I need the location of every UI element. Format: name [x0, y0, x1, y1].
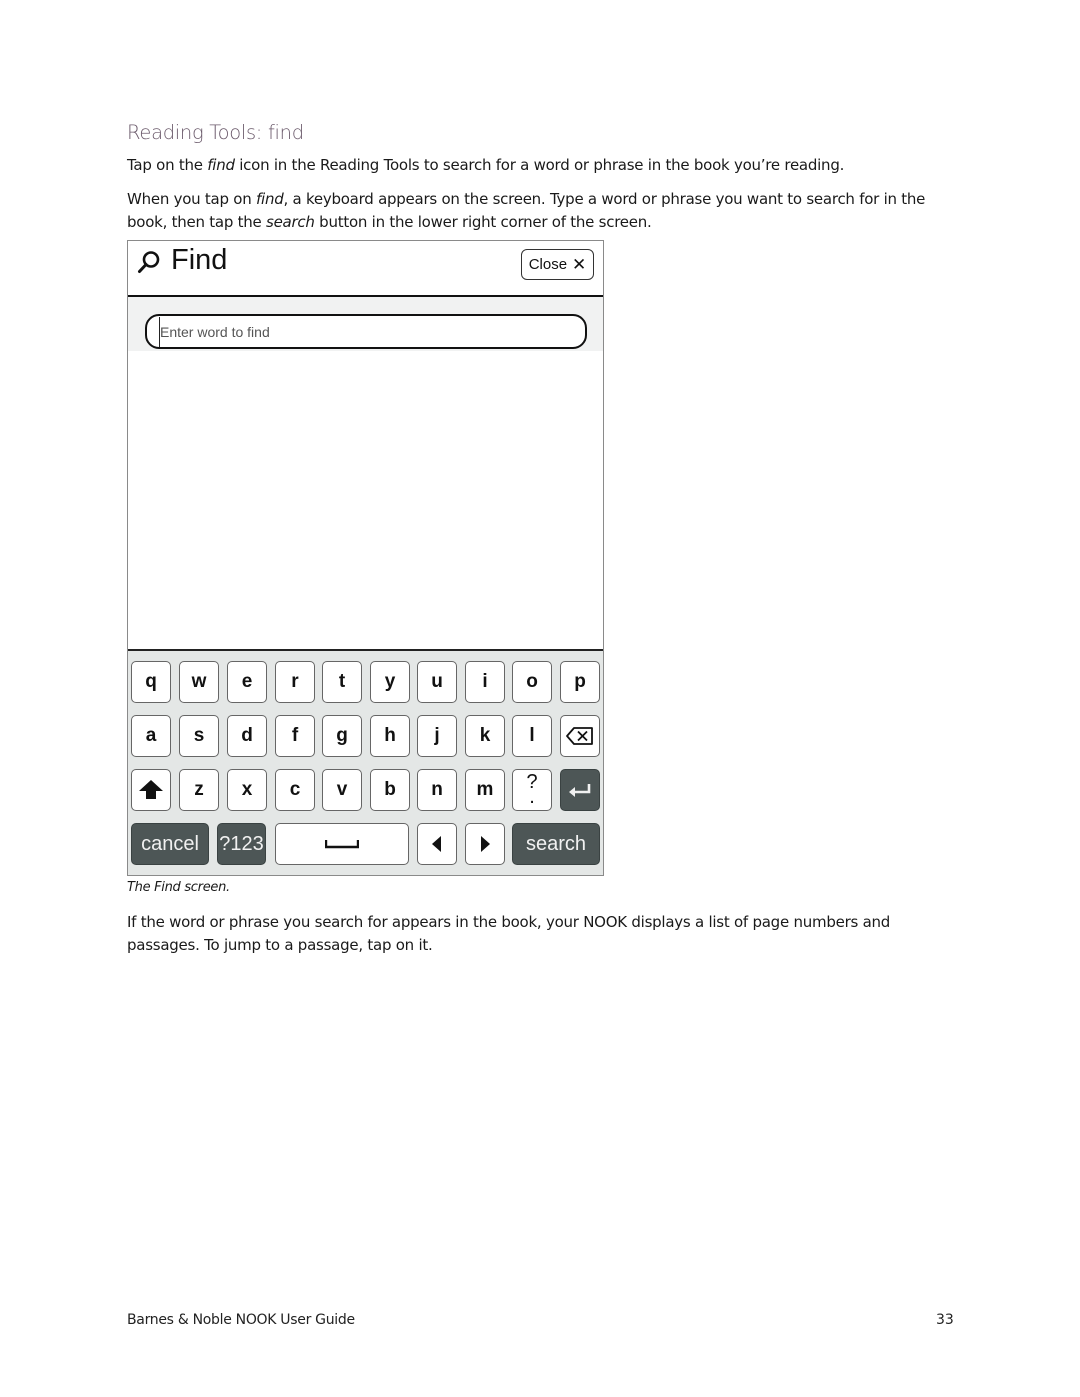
- key-r[interactable]: r: [275, 661, 315, 703]
- key-k[interactable]: k: [465, 715, 505, 757]
- search-input[interactable]: [159, 317, 562, 347]
- key-i[interactable]: i: [465, 661, 505, 703]
- key-j[interactable]: j: [417, 715, 457, 757]
- key-x[interactable]: x: [227, 769, 267, 811]
- enter-key[interactable]: [560, 769, 600, 811]
- key-z[interactable]: z: [179, 769, 219, 811]
- search-icon: [138, 251, 160, 273]
- key-l[interactable]: l: [512, 715, 552, 757]
- cursor-left-key[interactable]: [417, 823, 457, 865]
- onscreen-keyboard: q w e r t y u i o p a s d f g h j k l z …: [128, 649, 603, 875]
- backspace-icon: [566, 727, 593, 745]
- results-paragraph: If the word or phrase you search for app…: [127, 913, 891, 954]
- figure-caption: The Find screen.: [127, 880, 230, 895]
- space-key[interactable]: [275, 823, 409, 865]
- footer-title: Barnes & Noble NOOK User Guide: [127, 1312, 355, 1328]
- space-icon: [325, 840, 359, 849]
- enter-icon: [569, 784, 591, 797]
- close-button[interactable]: Close ✕: [521, 249, 594, 280]
- key-u[interactable]: u: [417, 661, 457, 703]
- key-t[interactable]: t: [322, 661, 362, 703]
- key-v[interactable]: v: [322, 769, 362, 811]
- page-number: 33: [936, 1312, 954, 1328]
- arrow-right-icon: [481, 836, 490, 852]
- shift-icon: [139, 780, 163, 799]
- key-d[interactable]: d: [227, 715, 267, 757]
- section-heading: Reading Tools: find: [127, 121, 304, 144]
- key-w[interactable]: w: [179, 661, 219, 703]
- key-f[interactable]: f: [275, 715, 315, 757]
- find-screen-figure: Find Close ✕ q w e r t y u i o p a s d f…: [127, 240, 604, 876]
- key-p[interactable]: p: [560, 661, 600, 703]
- key-s[interactable]: s: [179, 715, 219, 757]
- intro-paragraph: Tap on the find icon in the Reading Tool…: [127, 156, 845, 174]
- key-e[interactable]: e: [227, 661, 267, 703]
- find-header: Find Close ✕: [128, 241, 603, 297]
- results-area: [128, 351, 603, 649]
- key-y[interactable]: y: [370, 661, 410, 703]
- cursor-right-key[interactable]: [465, 823, 505, 865]
- key-h[interactable]: h: [370, 715, 410, 757]
- key-o[interactable]: o: [512, 661, 552, 703]
- arrow-left-icon: [432, 836, 441, 852]
- key-c[interactable]: c: [275, 769, 315, 811]
- search-field[interactable]: [145, 314, 587, 349]
- close-icon: ✕: [572, 255, 587, 274]
- key-q[interactable]: q: [131, 661, 171, 703]
- backspace-key[interactable]: [560, 715, 600, 757]
- cancel-key[interactable]: cancel: [131, 823, 209, 865]
- key-m[interactable]: m: [465, 769, 505, 811]
- instruction-paragraph: When you tap on find, a keyboard appears…: [127, 190, 926, 231]
- close-label: Close: [528, 256, 568, 273]
- punctuation-key[interactable]: ? .: [512, 769, 552, 811]
- key-n[interactable]: n: [417, 769, 457, 811]
- period-label: .: [529, 786, 535, 808]
- key-a[interactable]: a: [131, 715, 171, 757]
- find-title: Find: [171, 244, 228, 276]
- key-b[interactable]: b: [370, 769, 410, 811]
- symbols-key[interactable]: ?123: [217, 823, 266, 865]
- search-key[interactable]: search: [512, 823, 600, 865]
- key-g[interactable]: g: [322, 715, 362, 757]
- shift-key[interactable]: [131, 769, 171, 811]
